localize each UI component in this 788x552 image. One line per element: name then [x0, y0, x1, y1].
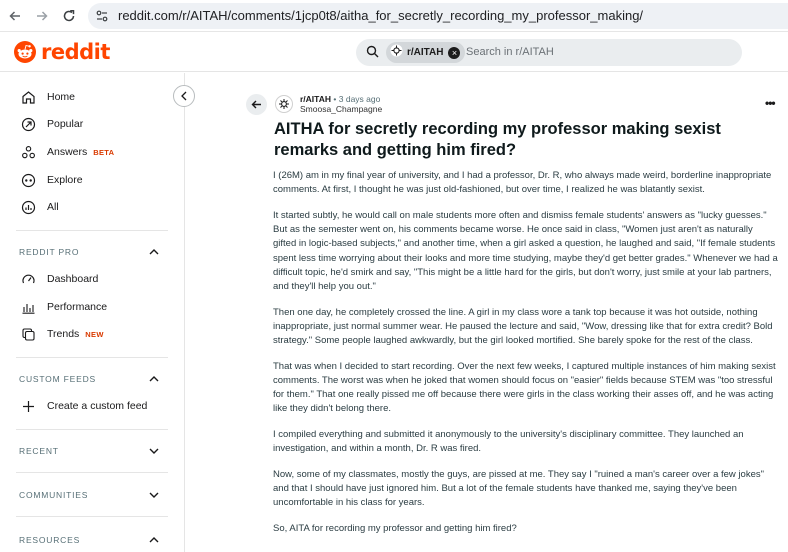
sidebar-item-answers[interactable]: Answers BETA: [20, 142, 114, 162]
subreddit-search-chip[interactable]: r/AITAH ×: [386, 42, 466, 63]
search-input[interactable]: Search in r/AITAH: [466, 46, 554, 58]
section-heading: RECENT: [19, 446, 59, 456]
collapse-sidebar-button[interactable]: [173, 85, 195, 107]
subreddit-avatar-icon: [279, 99, 289, 109]
forward-arrow-icon[interactable]: [33, 7, 51, 25]
sidebar-item-explore[interactable]: Explore: [20, 170, 83, 190]
sidebar-item-label: All: [47, 201, 59, 213]
sidebar-divider: [16, 230, 168, 231]
reddit-snoo-icon: [14, 41, 36, 63]
sidebar-item-label: Popular: [47, 118, 84, 130]
plus-icon: [20, 398, 37, 415]
post-paragraph: That was when I decided to start recordi…: [273, 360, 776, 415]
site-settings-icon[interactable]: [95, 9, 109, 28]
author-link[interactable]: Smoosa_Champagne: [300, 104, 382, 114]
back-arrow-icon: [251, 100, 261, 109]
custom-feeds-section-header[interactable]: CUSTOM FEEDS: [19, 372, 159, 386]
subreddit-chip-label: r/AITAH: [407, 47, 444, 58]
back-arrow-icon[interactable]: [6, 7, 24, 25]
all-icon: [20, 199, 37, 216]
chevron-up-icon: [149, 537, 159, 543]
sidebar-item-all[interactable]: All: [20, 197, 59, 217]
post-back-button[interactable]: [246, 94, 267, 115]
subreddit-link[interactable]: r/AITAH: [300, 94, 331, 104]
chevron-down-icon: [149, 448, 159, 454]
section-heading: CUSTOM FEEDS: [19, 374, 96, 384]
create-custom-feed-button[interactable]: Create a custom feed: [20, 396, 147, 416]
sidebar-item-label: Home: [47, 91, 76, 103]
new-badge: NEW: [85, 329, 104, 339]
sidebar-item-label: Dashboard: [47, 273, 99, 285]
post-paragraph: I (26M) am in my final year of universit…: [273, 170, 772, 196]
subreddit-chip-icon: [390, 44, 403, 62]
resources-section-header[interactable]: RESOURCES: [19, 533, 159, 547]
performance-icon: [20, 299, 37, 316]
sidebar-divider: [16, 357, 168, 358]
post-paragraph: I compiled everything and submitted it a…: [273, 429, 744, 455]
sidebar-divider: [16, 472, 168, 473]
sidebar-item-label: Explore: [47, 174, 83, 186]
subreddit-avatar[interactable]: [275, 95, 293, 113]
sidebar-item-label: Trends: [47, 328, 80, 340]
post-title: AITHA for secretly recording my professo…: [274, 120, 721, 159]
create-custom-feed-label: Create a custom feed: [47, 400, 148, 412]
post-body: I (26M) am in my final year of universit…: [273, 169, 778, 548]
post-paragraph: Now, some of my classmates, mostly the g…: [273, 468, 764, 509]
section-heading: RESOURCES: [19, 535, 81, 545]
logo-wordmark: reddit: [41, 40, 110, 64]
sidebar-item-performance[interactable]: Performance: [20, 297, 107, 317]
more-options-icon[interactable]: •••: [765, 96, 776, 110]
browser-toolbar: reddit.com/r/AITAH/comments/1jcp0t8/aith…: [0, 0, 788, 32]
recent-section-header[interactable]: RECENT: [19, 444, 159, 458]
home-icon: [20, 89, 37, 106]
reddit-pro-section-header[interactable]: REDDIT PRO: [19, 245, 159, 259]
post-paragraph: It started subtly, he would call on male…: [273, 209, 778, 292]
dashboard-icon: [20, 271, 37, 288]
sidebar-item-dashboard[interactable]: Dashboard: [20, 269, 98, 289]
search-icon: [366, 45, 379, 63]
sidebar-item-label: Performance: [47, 301, 108, 313]
popular-icon: [20, 116, 37, 133]
section-heading: REDDIT PRO: [19, 247, 80, 257]
communities-section-header[interactable]: COMMUNITIES: [19, 488, 159, 502]
sidebar-item-popular[interactable]: Popular: [20, 114, 83, 134]
chevron-up-icon: [149, 376, 159, 382]
post-meta: r/AITAH • 3 days ago Smoosa_Champagne: [300, 94, 382, 114]
post-paragraph: So, AITA for recording my professor and …: [273, 523, 517, 535]
search-bar[interactable]: r/AITAH × Search in r/AITAH: [356, 39, 742, 66]
sidebar-item-label: Answers: [47, 146, 88, 158]
sidebar-divider: [16, 516, 168, 517]
section-heading: COMMUNITIES: [19, 490, 89, 500]
url-text[interactable]: reddit.com/r/AITAH/comments/1jcp0t8/aith…: [118, 8, 643, 23]
beta-badge: BETA: [93, 147, 115, 157]
post-timestamp: 3 days ago: [338, 94, 381, 104]
chip-close-icon[interactable]: ×: [448, 46, 461, 59]
chevron-down-icon: [149, 492, 159, 498]
reddit-logo[interactable]: reddit: [14, 40, 110, 64]
sidebar-item-trends[interactable]: Trends NEW: [20, 324, 104, 344]
explore-icon: [20, 172, 37, 189]
meta-separator: •: [333, 94, 337, 104]
chevron-up-icon: [149, 249, 159, 255]
site-header: reddit r/AITAH × Search in r/AITAH: [0, 32, 788, 72]
chevron-left-icon: [181, 91, 187, 101]
sidebar-divider: [16, 429, 168, 430]
left-sidebar: Home Popular Answers BETA Explore All RE…: [0, 73, 185, 552]
reload-icon[interactable]: [60, 7, 78, 25]
post-paragraph: Then one day, he completely crossed the …: [273, 306, 773, 347]
trends-icon: [20, 326, 37, 343]
answers-icon: [20, 144, 37, 161]
sidebar-item-home[interactable]: Home: [20, 87, 75, 107]
